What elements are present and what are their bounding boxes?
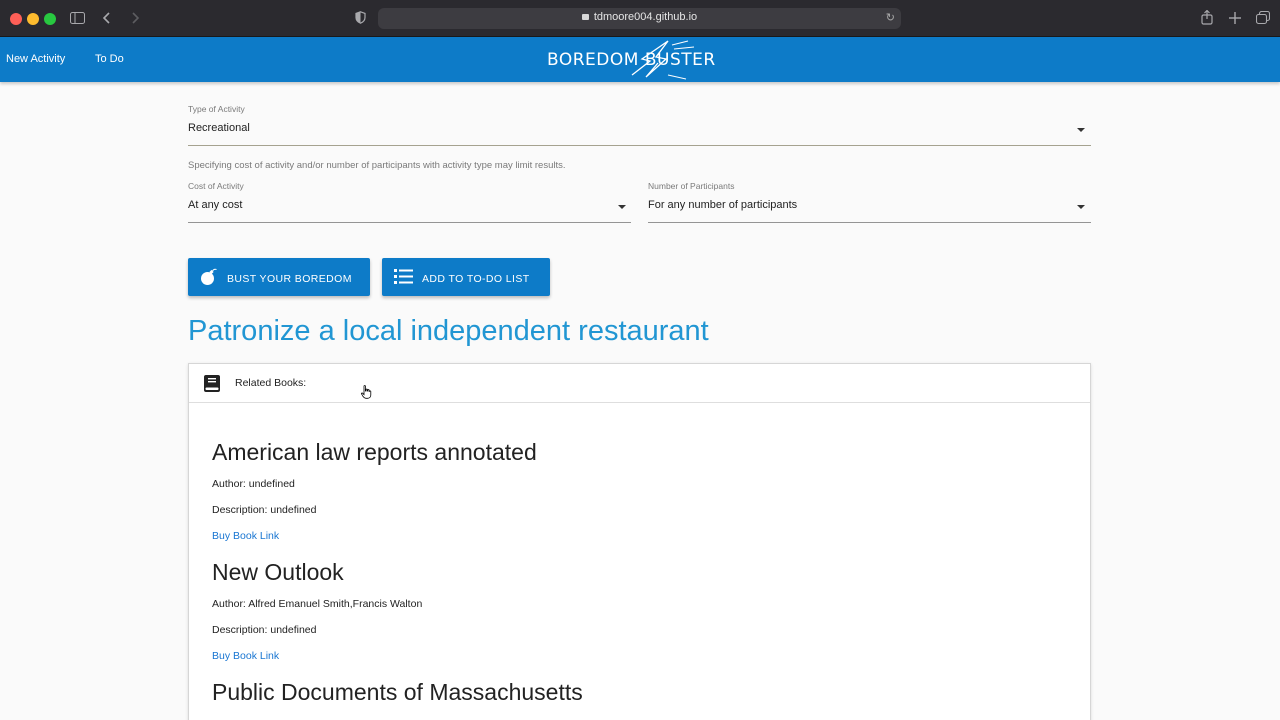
app-bar: New Activity To Do BOREDOM BUSTER: [0, 37, 1280, 82]
lightning-logo-icon: [631, 40, 695, 80]
shield-icon[interactable]: [355, 11, 366, 24]
nav-new-activity[interactable]: New Activity: [6, 53, 65, 65]
new-tab-icon[interactable]: [1229, 12, 1241, 24]
cost-select[interactable]: At any cost: [188, 199, 242, 211]
activity-title: Patronize a local independent restaurant: [188, 315, 709, 347]
participants-underline: [648, 222, 1091, 223]
nav-to-do[interactable]: To Do: [95, 53, 124, 65]
book-title: American law reports annotated: [212, 439, 537, 465]
minimize-window-button[interactable]: [27, 13, 39, 25]
type-underline: [188, 145, 1091, 146]
add-to-do-label: ADD TO TO-DO LIST: [422, 273, 530, 285]
filter-hint: Specifying cost of activity and/or numbe…: [188, 160, 566, 171]
address-bar[interactable]: tdmoore004.github.io ↻: [378, 8, 901, 29]
participants-label: Number of Participants: [648, 181, 735, 191]
book-title: New Outlook: [212, 559, 344, 585]
related-books-card: Related Books: American law reports anno…: [188, 363, 1091, 720]
book-title: Public Documents of Massachusetts: [212, 679, 583, 705]
back-icon[interactable]: [103, 12, 111, 24]
zoom-window-button[interactable]: [44, 13, 56, 25]
related-books-label: Related Books:: [235, 377, 307, 389]
buy-book-link[interactable]: Buy Book Link: [212, 530, 279, 542]
participants-chevron-down-icon[interactable]: [1077, 205, 1085, 209]
sidebar-icon[interactable]: [70, 12, 85, 24]
browser-toolbar: tdmoore004.github.io ↻: [0, 0, 1280, 37]
book-icon: [204, 375, 220, 392]
cost-label: Cost of Activity: [188, 181, 244, 191]
forward-icon[interactable]: [131, 12, 139, 24]
type-label: Type of Activity: [188, 104, 245, 114]
bust-boredom-button[interactable]: BUST YOUR BOREDOM: [188, 258, 370, 296]
book-description: Description: undefined: [212, 504, 317, 516]
tab-overview-icon[interactable]: [1256, 11, 1270, 25]
type-chevron-down-icon[interactable]: [1077, 128, 1085, 132]
lock-icon: [581, 14, 589, 20]
book-description: Description: undefined: [212, 624, 317, 636]
type-select[interactable]: Recreational: [188, 122, 250, 134]
hand-cursor-icon: [361, 385, 372, 399]
buy-book-link[interactable]: Buy Book Link: [212, 650, 279, 662]
cost-chevron-down-icon[interactable]: [618, 205, 626, 209]
participants-select[interactable]: For any number of participants: [648, 199, 797, 211]
add-to-do-button[interactable]: ADD TO TO-DO LIST: [382, 258, 550, 296]
related-books-header[interactable]: Related Books:: [189, 364, 1090, 403]
close-window-button[interactable]: [10, 13, 22, 25]
bust-boredom-label: BUST YOUR BOREDOM: [227, 273, 352, 285]
cost-underline: [188, 222, 631, 223]
list-icon: [394, 269, 413, 284]
book-author: Author: Alfred Emanuel Smith,Francis Wal…: [212, 598, 423, 610]
share-icon[interactable]: [1201, 10, 1213, 25]
url-text: tdmoore004.github.io: [593, 11, 698, 23]
book-author: Author: undefined: [212, 478, 295, 490]
reload-icon[interactable]: ↻: [886, 11, 895, 24]
bomb-icon: [201, 268, 217, 285]
